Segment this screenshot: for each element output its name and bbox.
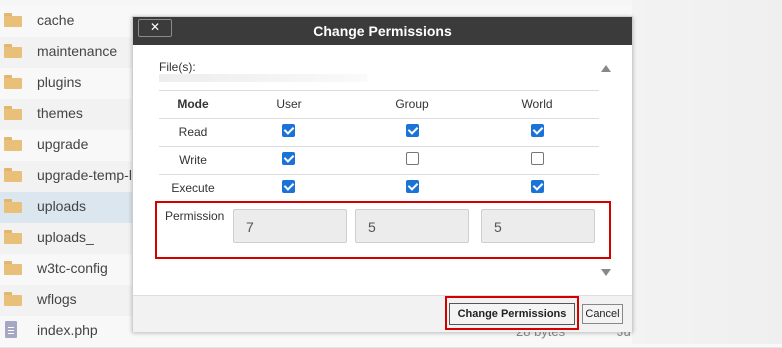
dialog-content: File(s): Mode User Group World Read Writ… — [133, 45, 632, 295]
dialog-footer: Change Permissions Cancel — [133, 295, 632, 332]
file-name: w3tc-config — [37, 260, 108, 276]
checkbox-read-group[interactable] — [406, 124, 419, 137]
folder-icon — [4, 261, 22, 275]
folder-icon — [4, 137, 22, 151]
permission-group-field[interactable]: 5 — [355, 209, 469, 243]
checkbox-write-group[interactable] — [406, 152, 419, 165]
file-name: maintenance — [37, 43, 118, 59]
scroll-down-arrow-icon[interactable] — [601, 269, 611, 276]
permission-user-field[interactable]: 7 — [233, 209, 347, 243]
folder-icon — [4, 292, 22, 306]
cancel-button[interactable]: Cancel — [582, 304, 623, 324]
file-name-blurred — [159, 74, 367, 82]
dialog-title: Change Permissions — [313, 23, 452, 39]
folder-icon — [4, 230, 22, 244]
file-name: upgrade-temp-l — [37, 167, 132, 183]
file-name: upgrade — [37, 136, 89, 152]
permission-highlight-box: Permission 7 5 5 — [155, 201, 611, 259]
dialog-titlebar: ✕ Change Permissions — [133, 17, 632, 45]
header-group: Group — [395, 97, 429, 111]
checkbox-execute-world[interactable] — [531, 180, 544, 193]
permission-world-field[interactable]: 5 — [481, 209, 595, 243]
row-label-read: Read — [178, 125, 208, 139]
document-icon — [5, 321, 17, 338]
change-permissions-button[interactable]: Change Permissions — [449, 303, 575, 325]
file-name: themes — [37, 105, 83, 121]
folder-icon — [4, 199, 22, 213]
folder-icon — [4, 106, 22, 120]
file-name: plugins — [37, 74, 82, 90]
checkbox-execute-group[interactable] — [406, 180, 419, 193]
row-label-execute: Execute — [171, 181, 215, 195]
file-name: uploads — [37, 198, 87, 214]
checkbox-read-world[interactable] — [531, 124, 544, 137]
file-name: index.php — [37, 322, 98, 338]
file-name: uploads_ — [37, 229, 94, 245]
checkbox-read-user[interactable] — [282, 124, 295, 137]
checkbox-write-user[interactable] — [282, 152, 295, 165]
file-name: cache — [37, 12, 75, 28]
header-user: User — [276, 97, 302, 111]
checkbox-execute-user[interactable] — [282, 180, 295, 193]
change-permissions-dialog: ✕ Change Permissions File(s): Mode User … — [132, 16, 633, 332]
folder-icon — [4, 13, 22, 27]
file-name: wflogs — [37, 291, 77, 307]
row-label-write: Write — [179, 153, 207, 167]
checkbox-write-world[interactable] — [531, 152, 544, 165]
permission-label: Permission — [165, 209, 225, 223]
folder-icon — [4, 44, 22, 58]
folder-icon — [4, 75, 22, 89]
folder-icon — [4, 168, 22, 182]
header-mode: Mode — [177, 97, 209, 111]
files-label: File(s): — [159, 60, 196, 74]
blurred-columns — [632, 0, 782, 344]
scroll-up-arrow-icon[interactable] — [601, 65, 611, 72]
header-world: World — [521, 97, 553, 111]
